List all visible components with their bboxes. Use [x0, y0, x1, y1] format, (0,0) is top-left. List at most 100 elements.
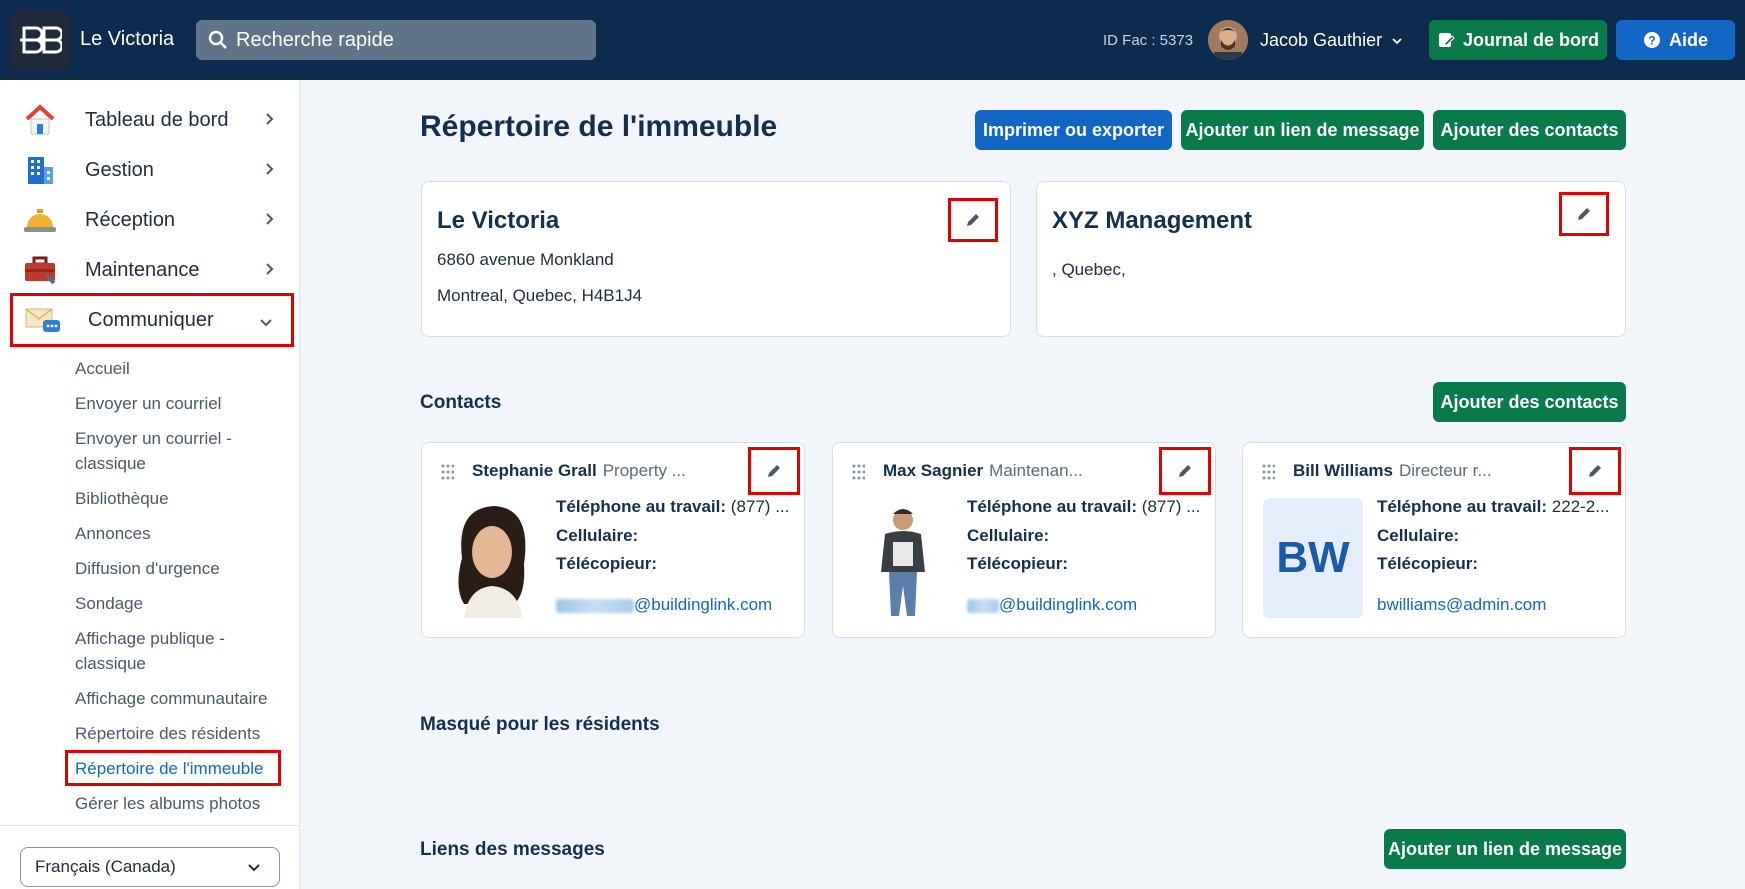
envelope-chat-icon — [23, 300, 63, 340]
chevron-down-icon — [260, 319, 272, 327]
contact-name: Bill Williams Directeur r... — [1293, 461, 1492, 480]
redacted-email-blur — [967, 598, 999, 613]
user-menu[interactable]: Jacob Gauthier — [1260, 30, 1404, 51]
drag-handle-icon[interactable] — [1261, 463, 1275, 483]
subnav-photo-albums[interactable]: Gérer les albums photos — [75, 791, 285, 816]
drag-handle-icon[interactable] — [440, 463, 454, 483]
building-address-line1: 6860 avenue Monkland — [437, 250, 614, 269]
subnav-highlight — [65, 750, 281, 786]
subnav-library[interactable]: Bibliothèque — [75, 486, 285, 511]
chevron-right-icon — [266, 213, 274, 225]
help-button[interactable]: ? Aide — [1616, 20, 1735, 60]
search-input[interactable]: Recherche rapide — [196, 20, 596, 60]
edit-building-button[interactable] — [948, 198, 998, 242]
pencil-icon — [1179, 465, 1191, 477]
avatar[interactable] — [1208, 20, 1248, 60]
help-icon: ? — [1643, 32, 1660, 48]
contact-cell: Cellulaire: — [1377, 526, 1460, 545]
sidebar-item-label: Gestion — [85, 158, 154, 181]
contact-name: Max Sagnier Maintenan... — [883, 461, 1083, 480]
links-add-button[interactable]: Ajouter un lien de message — [1384, 829, 1626, 869]
contact-email-link[interactable]: @buildinglink.com — [967, 595, 1137, 615]
subnav-resident-directory[interactable]: Répertoire des résidents — [75, 721, 285, 746]
subnav-send-email-classic[interactable]: Envoyer un courriel - classique — [75, 426, 255, 476]
user-name: Jacob Gauthier — [1260, 30, 1383, 50]
svg-text:?: ? — [1648, 34, 1655, 48]
sidebar-item-label: Maintenance — [85, 258, 200, 281]
sidebar-item-management[interactable]: Gestion — [10, 145, 294, 195]
language-value: Français (Canada) — [35, 857, 176, 876]
sidebar-item-label: Communiquer — [88, 308, 214, 331]
edit-management-button[interactable] — [1559, 192, 1609, 236]
pencil-icon — [768, 465, 780, 477]
contacts-heading: Contacts — [420, 392, 502, 413]
journal-label: Journal de bord — [1462, 29, 1599, 50]
contact-card-bill: Bill Williams Directeur r... BW Téléphone… — [1242, 442, 1626, 638]
toolbox-icon — [20, 250, 60, 290]
sidebar-item-reception[interactable]: Réception — [10, 195, 294, 245]
edit-contact-button[interactable] — [1569, 447, 1621, 495]
edit-contact-button[interactable] — [748, 447, 800, 495]
contact-fax: Télécopieur: — [1377, 554, 1479, 573]
chevron-right-icon — [266, 263, 274, 275]
search-icon — [208, 30, 227, 49]
search-placeholder: Recherche rapide — [236, 28, 394, 51]
contact-name: Stephanie Grall Property ... — [472, 461, 686, 480]
help-label: Aide — [1668, 29, 1708, 50]
subnav-survey[interactable]: Sondage — [75, 591, 285, 616]
contact-email-link[interactable]: bwilliams@admin.com — [1377, 595, 1546, 615]
building-card: Le Victoria 6860 avenue Monkland Montrea… — [421, 181, 1011, 337]
pencil-icon — [1578, 208, 1590, 220]
user-avatar-icon — [1208, 20, 1248, 60]
chevron-down-icon — [248, 864, 260, 872]
sidebar-divider — [0, 825, 300, 826]
journal-button[interactable]: Journal de bord — [1429, 20, 1607, 60]
contact-work-phone: Téléphone au travail: (877) ... — [556, 497, 790, 516]
facility-id: ID Fac : 5373 — [1103, 32, 1194, 49]
subnav-send-email[interactable]: Envoyer un courriel — [75, 391, 285, 416]
sidebar: Tableau de bord Gestion Réception Mainte… — [0, 80, 300, 889]
pencil-icon — [1589, 465, 1601, 477]
subnav-community-display[interactable]: Affichage communautaire — [75, 686, 285, 711]
bell-icon — [20, 200, 60, 240]
hidden-for-residents-heading: Masqué pour les résidents — [420, 714, 660, 735]
language-select[interactable]: Français (Canada) — [20, 847, 280, 887]
contact-photo — [442, 498, 542, 618]
sidebar-item-dashboard[interactable]: Tableau de bord — [10, 95, 294, 145]
chevron-down-icon — [1392, 37, 1402, 44]
sidebar-item-communicate[interactable]: Communiquer — [10, 293, 294, 347]
management-card: XYZ Management , Quebec, — [1036, 181, 1626, 337]
add-message-link-button[interactable]: Ajouter un lien de message — [1181, 110, 1424, 150]
drag-handle-icon[interactable] — [851, 463, 865, 483]
contact-card-stephanie: Stephanie Grall Property ... Téléphone au… — [421, 442, 805, 638]
contact-fax: Télécopieur: — [556, 554, 658, 573]
buildinglink-logo[interactable] — [10, 10, 70, 70]
redacted-email-blur — [556, 598, 634, 613]
sidebar-item-label: Tableau de bord — [85, 108, 229, 131]
contact-work-phone: Téléphone au travail: 222-2... — [1377, 497, 1610, 516]
management-address: , Quebec, — [1052, 260, 1126, 279]
edit-contact-button[interactable] — [1159, 447, 1211, 495]
contact-email-link[interactable]: @buildinglink.com — [556, 595, 772, 615]
subnav-announcements[interactable]: Annonces — [75, 521, 285, 546]
page-title: Répertoire de l'immeuble — [420, 110, 778, 143]
contact-fax: Télécopieur: — [967, 554, 1069, 573]
contact-cell: Cellulaire: — [556, 526, 639, 545]
contact-cell: Cellulaire: — [967, 526, 1050, 545]
sidebar-item-label: Réception — [85, 208, 176, 231]
logo-icon — [20, 26, 62, 54]
building-address-line2: Montreal, Quebec, H4B1J4 — [437, 286, 643, 305]
contact-work-phone: Téléphone au travail: (877) ... — [967, 497, 1201, 516]
message-links-heading: Liens des messages — [420, 839, 605, 860]
contact-card-max: Max Sagnier Maintenan... Téléphone au tra… — [832, 442, 1216, 638]
sidebar-item-maintenance[interactable]: Maintenance — [10, 245, 294, 295]
pencil-icon — [967, 214, 979, 226]
contacts-add-button[interactable]: Ajouter des contacts — [1433, 382, 1626, 422]
subnav-public-display-classic[interactable]: Affichage publique - classique — [75, 626, 255, 676]
top-bar: Le Victoria Recherche rapide ID Fac : 53… — [0, 0, 1745, 80]
subnav-emergency-broadcast[interactable]: Diffusion d'urgence — [75, 556, 285, 581]
print-export-button[interactable]: Imprimer ou exporter — [975, 110, 1172, 150]
subnav-home[interactable]: Accueil — [75, 356, 285, 381]
chevron-right-icon — [266, 113, 274, 125]
add-contacts-button[interactable]: Ajouter des contacts — [1433, 110, 1626, 150]
